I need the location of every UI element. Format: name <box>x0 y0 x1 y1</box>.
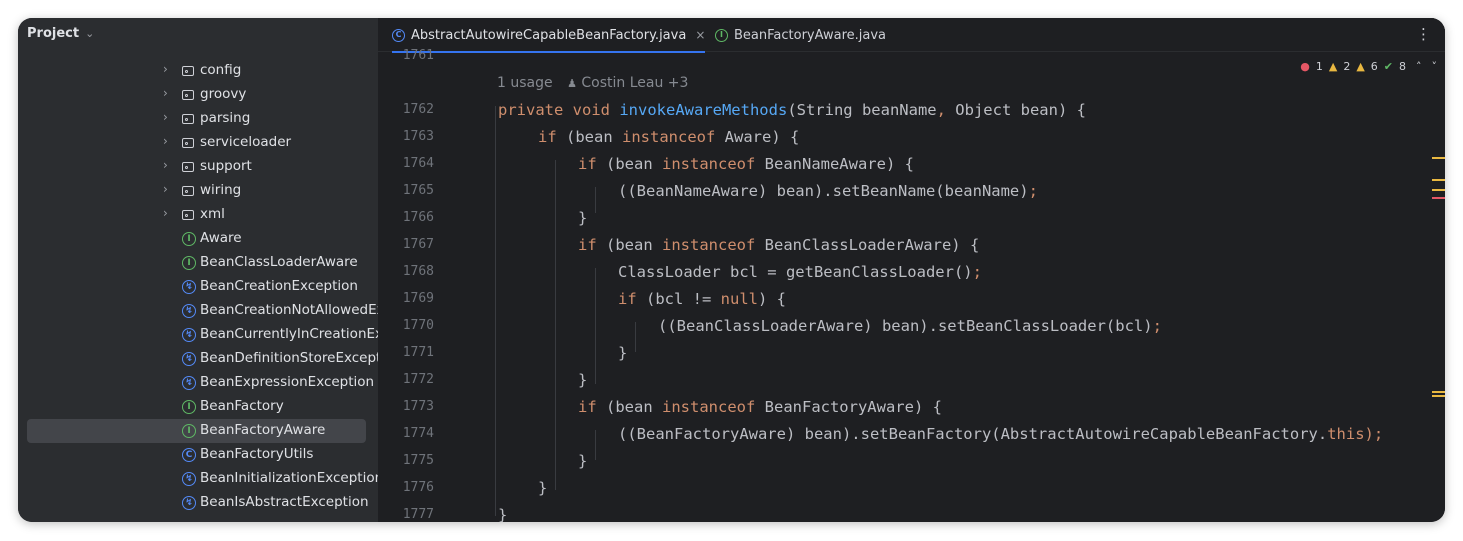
tree-item-label: BeanIsAbstractException <box>200 494 369 510</box>
interface-icon: I <box>182 232 196 246</box>
exception-icon: ↯ <box>182 376 196 390</box>
chevron-right-icon[interactable]: › <box>163 206 168 220</box>
code-line: if (bcl != null) { <box>618 290 786 308</box>
warning-marker[interactable] <box>1432 157 1445 159</box>
tree-item-label: parsing <box>200 110 251 126</box>
folder-icon <box>182 112 196 126</box>
warning-marker[interactable] <box>1432 395 1445 397</box>
tree-item-config[interactable]: › config <box>18 59 378 83</box>
code-line: } <box>578 452 588 470</box>
warning-marker[interactable] <box>1432 189 1445 191</box>
folder-icon <box>182 184 196 198</box>
tree-item-label: config <box>200 62 242 78</box>
tree-item-parsing[interactable]: › parsing <box>18 107 378 131</box>
tree-item-label: BeanExpressionException <box>200 374 375 390</box>
tree-item-beanclassloaderaware[interactable]: I BeanClassLoaderAware <box>18 251 378 275</box>
code-line: if (bean instanceof Aware) { <box>538 128 800 146</box>
warning-marker[interactable] <box>1432 179 1445 181</box>
folder-icon <box>182 136 196 150</box>
ide-window: Project ⌄ › config › groovy › parsing › <box>18 18 1445 522</box>
tree-item-label: wiring <box>200 182 242 198</box>
tree-item-label: BeanFactory <box>200 398 284 414</box>
tree-item-label: BeanFactoryUtils <box>200 446 314 462</box>
tree-item-beandefinitionstoreexception[interactable]: ↯ BeanDefinitionStoreExceptio <box>18 347 378 371</box>
exception-icon: ↯ <box>182 328 196 342</box>
tree-item-label: BeanDefinitionStoreExceptio <box>200 350 378 366</box>
tree-item-label: BeanCreationNotAllowedExc <box>200 302 378 318</box>
folder-icon <box>182 160 196 174</box>
chevron-right-icon[interactable]: › <box>163 110 168 124</box>
code-area[interactable]: private void invokeAwareMethods(String b… <box>378 18 1445 522</box>
tree-item-xml[interactable]: › xml <box>18 203 378 227</box>
project-panel-header[interactable]: Project ⌄ <box>18 18 378 48</box>
code-line: } <box>538 479 548 497</box>
code-line: } <box>618 344 628 362</box>
tree-item-label: BeanInitializationException <box>200 470 378 486</box>
tree-item-support[interactable]: › support <box>18 155 378 179</box>
code-line: private void invokeAwareMethods(String b… <box>498 101 1086 119</box>
exception-icon: ↯ <box>182 352 196 366</box>
warning-marker[interactable] <box>1432 391 1445 393</box>
exception-icon: ↯ <box>182 280 196 294</box>
chevron-right-icon[interactable]: › <box>163 62 168 76</box>
project-panel-title: Project <box>27 25 80 41</box>
tree-item-label: BeanFactoryAware <box>200 422 326 438</box>
code-line: if (bean instanceof BeanNameAware) { <box>578 155 914 173</box>
code-editor[interactable]: C AbstractAutowireCapableBeanFactory.jav… <box>378 18 1445 522</box>
tree-item-label: BeanCreationException <box>200 278 358 294</box>
code-line: ClassLoader bcl = getBeanClassLoader(); <box>618 263 982 281</box>
interface-icon: I <box>182 424 196 438</box>
tree-item-label: Aware <box>200 230 242 246</box>
tree-item-beanfactoryaware[interactable]: I BeanFactoryAware <box>18 419 378 443</box>
tree-item-wiring[interactable]: › wiring <box>18 179 378 203</box>
tree-item-label: BeanCurrentlyInCreationExce <box>200 326 378 342</box>
tree-item-label: groovy <box>200 86 247 102</box>
tree-item-aware[interactable]: I Aware <box>18 227 378 251</box>
code-line: if (bean instanceof BeanFactoryAware) { <box>578 398 942 416</box>
tree-item-label: BeanClassLoaderAware <box>200 254 358 270</box>
tree-item-beancreationexception[interactable]: ↯ BeanCreationException <box>18 275 378 299</box>
tree-item-serviceloader[interactable]: › serviceloader <box>18 131 378 155</box>
tree-item-beanfactoryutils[interactable]: C BeanFactoryUtils <box>18 443 378 467</box>
folder-icon <box>182 88 196 102</box>
chevron-down-icon[interactable]: ⌄ <box>85 27 94 40</box>
tree-item-label: serviceloader <box>200 134 292 150</box>
code-line: if (bean instanceof BeanClassLoaderAware… <box>578 236 980 254</box>
tree-item-label: xml <box>200 206 225 222</box>
tree-item-beancreationnotallowedexception[interactable]: ↯ BeanCreationNotAllowedExc <box>18 299 378 323</box>
tree-item-beancurrentlyincreationexception[interactable]: ↯ BeanCurrentlyInCreationExce <box>18 323 378 347</box>
chevron-right-icon[interactable]: › <box>163 182 168 196</box>
code-line: } <box>578 371 588 389</box>
chevron-right-icon[interactable]: › <box>163 134 168 148</box>
code-line: ((BeanClassLoaderAware) bean).setBeanCla… <box>658 317 1162 335</box>
code-line: ((BeanFactoryAware) bean).setBeanFactory… <box>618 425 1384 443</box>
tree-item-beanisabstractexception[interactable]: ↯ BeanIsAbstractException <box>18 491 378 515</box>
tree-item-beanexpressionexception[interactable]: ↯ BeanExpressionException <box>18 371 378 395</box>
tree-item-label: support <box>200 158 252 174</box>
tree-item-beanfactory[interactable]: I BeanFactory <box>18 395 378 419</box>
code-line: } <box>578 209 588 227</box>
class-icon: C <box>182 448 196 462</box>
code-line: } <box>498 506 508 522</box>
tree-item-beaninitializationexception[interactable]: ↯ BeanInitializationException <box>18 467 378 491</box>
interface-icon: I <box>182 256 196 270</box>
folder-icon <box>182 208 196 222</box>
interface-icon: I <box>182 400 196 414</box>
error-marker[interactable] <box>1432 197 1445 199</box>
code-line: ((BeanNameAware) bean).setBeanName(beanN… <box>618 182 1038 200</box>
folder-icon <box>182 64 196 78</box>
chevron-right-icon[interactable]: › <box>163 158 168 172</box>
tree-item-groovy[interactable]: › groovy <box>18 83 378 107</box>
exception-icon: ↯ <box>182 472 196 486</box>
chevron-right-icon[interactable]: › <box>163 86 168 100</box>
exception-icon: ↯ <box>182 304 196 318</box>
exception-icon: ↯ <box>182 496 196 510</box>
project-panel: Project ⌄ › config › groovy › parsing › <box>18 18 378 522</box>
